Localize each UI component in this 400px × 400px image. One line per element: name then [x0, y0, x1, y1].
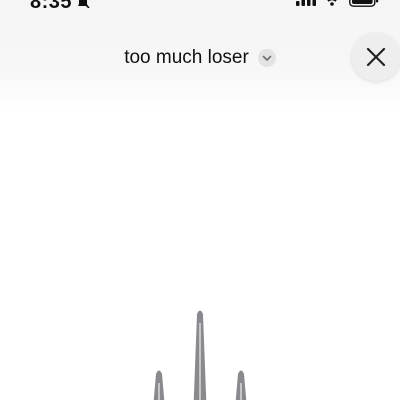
voice-memo-playback-screen: 8:35 too much loser [0, 0, 400, 400]
audio-waveform [153, 310, 247, 400]
